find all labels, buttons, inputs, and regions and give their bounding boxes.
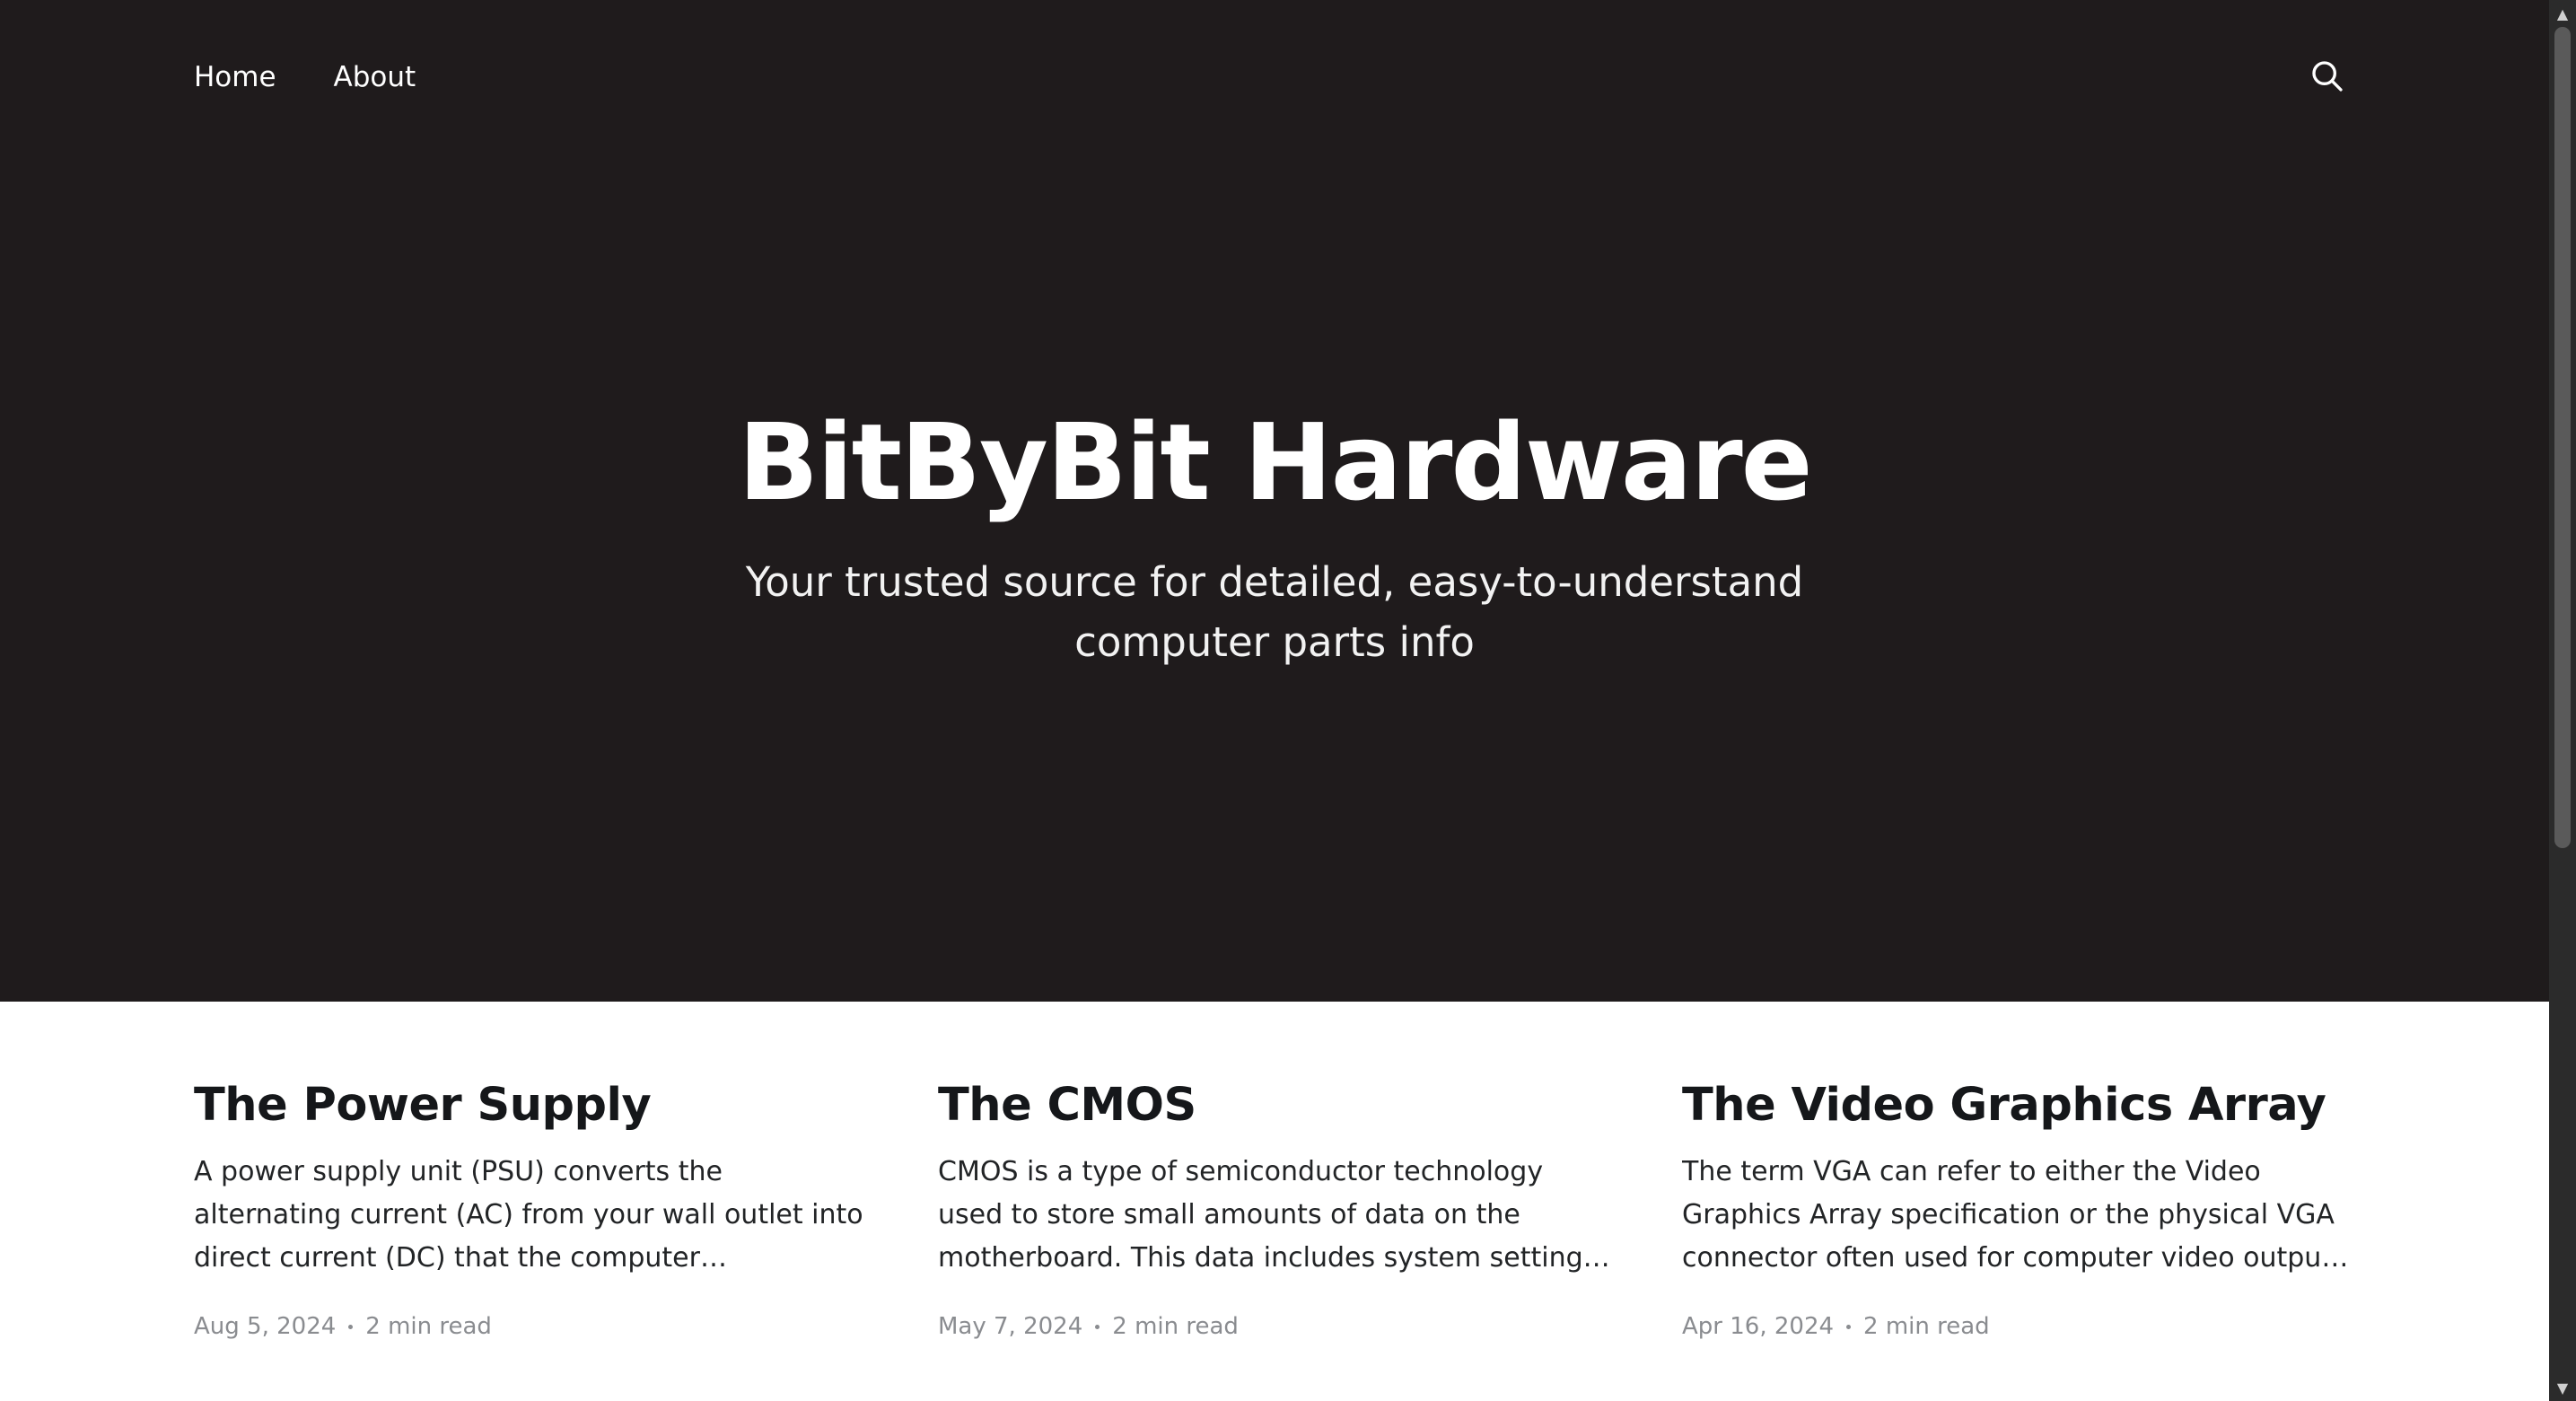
post-feed: The Power Supply A power supply unit (PS… [194,1077,2355,1343]
post-meta: May 7, 2024 2 min read [938,1310,1610,1343]
post-read-time: 2 min read [365,1313,492,1340]
search-icon [2312,61,2343,92]
post-meta: Apr 16, 2024 2 min read [1682,1310,2354,1343]
post-date: Apr 16, 2024 [1682,1313,1835,1340]
post-title[interactable]: The CMOS [938,1077,1610,1134]
main-area: Home About BitByBit Hardware Your truste… [0,0,2549,1401]
scroll-down-arrow-icon[interactable]: ▼ [2549,1374,2576,1401]
post-excerpt: A power supply unit (PSU) converts the a… [194,1156,863,1274]
scrollbar-thumb[interactable] [2554,27,2571,848]
post-read-time: 2 min read [1112,1313,1239,1340]
post-excerpt: The term VGA can refer to either the Vid… [1682,1156,2341,1274]
post-card[interactable]: The Video Graphics Array The term VGA ca… [1682,1077,2354,1343]
meta-separator-dot [1846,1324,1852,1329]
main-nav: Home About [194,57,416,97]
nav-about-link[interactable]: About [334,57,416,97]
nav-home-link[interactable]: Home [194,57,276,97]
meta-separator-dot [1095,1324,1100,1329]
post-meta: Aug 5, 2024 2 min read [194,1310,866,1343]
site-description: Your trusted source for detailed, easy-t… [745,558,1804,666]
vertical-scrollbar[interactable]: ▲ ▼ [2549,0,2576,1401]
post-card[interactable]: The Power Supply A power supply unit (PS… [194,1077,866,1343]
post-date: Aug 5, 2024 [194,1313,337,1340]
post-read-time: 2 min read [1863,1313,1990,1340]
post-title[interactable]: The Video Graphics Array [1682,1077,2354,1134]
site-title: BitByBit Hardware [738,400,1812,524]
scroll-up-arrow-icon[interactable]: ▲ [2549,0,2576,27]
post-date: May 7, 2024 [938,1313,1083,1340]
hero-header: Home About BitByBit Hardware Your truste… [0,0,2549,1002]
post-card[interactable]: The CMOS CMOS is a type of semiconductor… [938,1077,1610,1343]
post-title[interactable]: The Power Supply [194,1077,866,1134]
meta-separator-dot [348,1324,354,1329]
page: Home About BitByBit Hardware Your truste… [0,0,2576,1401]
search-button[interactable] [2307,56,2348,97]
post-excerpt: CMOS is a type of semiconductor technolo… [938,1156,1598,1274]
